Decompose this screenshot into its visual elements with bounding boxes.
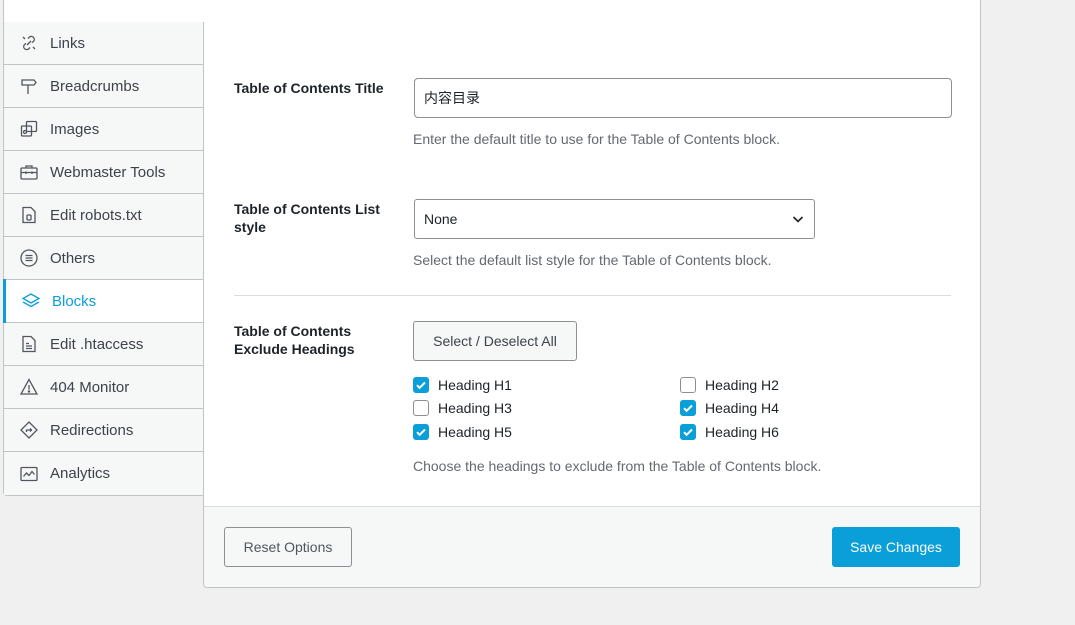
toc-exclude-description: Choose the headings to exclude from the … <box>413 458 822 474</box>
sidebar-item-label: Links <box>50 34 86 52</box>
sidebar-item-label: Edit .htaccess <box>50 335 144 353</box>
checkbox-label: Heading H1 <box>438 377 512 393</box>
checkbox-box[interactable] <box>413 400 429 416</box>
sidebar-item-label: 404 Monitor <box>50 378 130 396</box>
checkbox-label: Heading H2 <box>705 377 779 393</box>
checkbox-box[interactable] <box>680 377 696 393</box>
checkbox-box[interactable] <box>413 424 429 440</box>
chevron-down-icon <box>792 216 804 223</box>
sidebar-item-blocks[interactable]: Blocks <box>3 279 204 323</box>
settings-sidebar: Links Breadcrumbs Images Webmaster Tools… <box>3 22 204 496</box>
checkbox-box[interactable] <box>413 377 429 393</box>
checkbox-label: Heading H6 <box>705 424 779 440</box>
images-icon <box>19 119 39 139</box>
heading-h4-checkbox[interactable]: Heading H4 <box>680 400 779 416</box>
blocks-icon <box>21 291 41 311</box>
file-text-icon <box>19 334 39 354</box>
toc-exclude-label: Table of Contents Exclude Headings <box>234 323 355 357</box>
toc-list-style-select[interactable]: None <box>414 199 815 239</box>
save-changes-button[interactable]: Save Changes <box>832 527 960 567</box>
sidebar-item-edit-htaccess[interactable]: Edit .htaccess <box>4 323 204 366</box>
toc-title-label: Table of Contents Title <box>234 80 384 96</box>
file-icon <box>19 205 39 225</box>
settings-footer: Reset Options Save Changes <box>204 506 980 587</box>
sidebar-item-label: Redirections <box>50 421 134 439</box>
header-strip <box>3 0 981 23</box>
warning-icon <box>19 377 39 397</box>
sidebar-item-others[interactable]: Others <box>4 237 204 280</box>
toc-title-description: Enter the default title to use for the T… <box>413 131 781 147</box>
sidebar-item-analytics[interactable]: Analytics <box>4 452 204 495</box>
sidebar-item-label: Edit robots.txt <box>50 206 142 224</box>
sidebar-item-images[interactable]: Images <box>4 108 204 151</box>
section-divider <box>234 295 951 296</box>
signpost-icon <box>19 76 39 96</box>
heading-h5-checkbox[interactable]: Heading H5 <box>413 424 512 440</box>
list-circle-icon <box>19 248 39 268</box>
sidebar-item-label: Webmaster Tools <box>50 163 166 181</box>
heading-h1-checkbox[interactable]: Heading H1 <box>413 377 512 393</box>
heading-h3-checkbox[interactable]: Heading H3 <box>413 400 512 416</box>
reset-options-button[interactable]: Reset Options <box>224 527 352 567</box>
checkbox-label: Heading H5 <box>438 424 512 440</box>
sidebar-item-label: Blocks <box>52 292 97 310</box>
toc-title-input[interactable]: 内容目录 <box>414 78 952 118</box>
checkbox-label: Heading H3 <box>438 400 512 416</box>
chart-icon <box>19 464 39 484</box>
sidebar-item-label: Breadcrumbs <box>50 77 140 95</box>
toc-list-style-label: Table of Contents List style <box>234 201 380 235</box>
sidebar-item-webmaster-tools[interactable]: Webmaster Tools <box>4 151 204 194</box>
checkbox-label: Heading H4 <box>705 400 779 416</box>
settings-panel: Table of Contents Title 内容目录 Enter the d… <box>203 22 981 588</box>
sidebar-item-404-monitor[interactable]: 404 Monitor <box>4 366 204 409</box>
heading-h6-checkbox[interactable]: Heading H6 <box>680 424 779 440</box>
heading-h2-checkbox[interactable]: Heading H2 <box>680 377 779 393</box>
checkbox-box[interactable] <box>680 424 696 440</box>
sidebar-item-edit-robots[interactable]: Edit robots.txt <box>4 194 204 237</box>
redirect-icon <box>19 420 39 440</box>
toc-list-style-value: None <box>424 211 458 227</box>
sidebar-item-links[interactable]: Links <box>4 22 204 65</box>
checkbox-box[interactable] <box>680 400 696 416</box>
sidebar-item-redirections[interactable]: Redirections <box>4 409 204 452</box>
select-deselect-all-button[interactable]: Select / Deselect All <box>413 321 577 361</box>
sidebar-item-label: Analytics <box>50 465 111 482</box>
sidebar-item-label: Others <box>50 249 96 267</box>
toc-list-style-description: Select the default list style for the Ta… <box>413 252 772 268</box>
link-icon <box>19 33 39 53</box>
sidebar-item-label: Images <box>50 120 100 138</box>
toolbox-icon <box>19 162 39 182</box>
sidebar-item-breadcrumbs[interactable]: Breadcrumbs <box>4 65 204 108</box>
